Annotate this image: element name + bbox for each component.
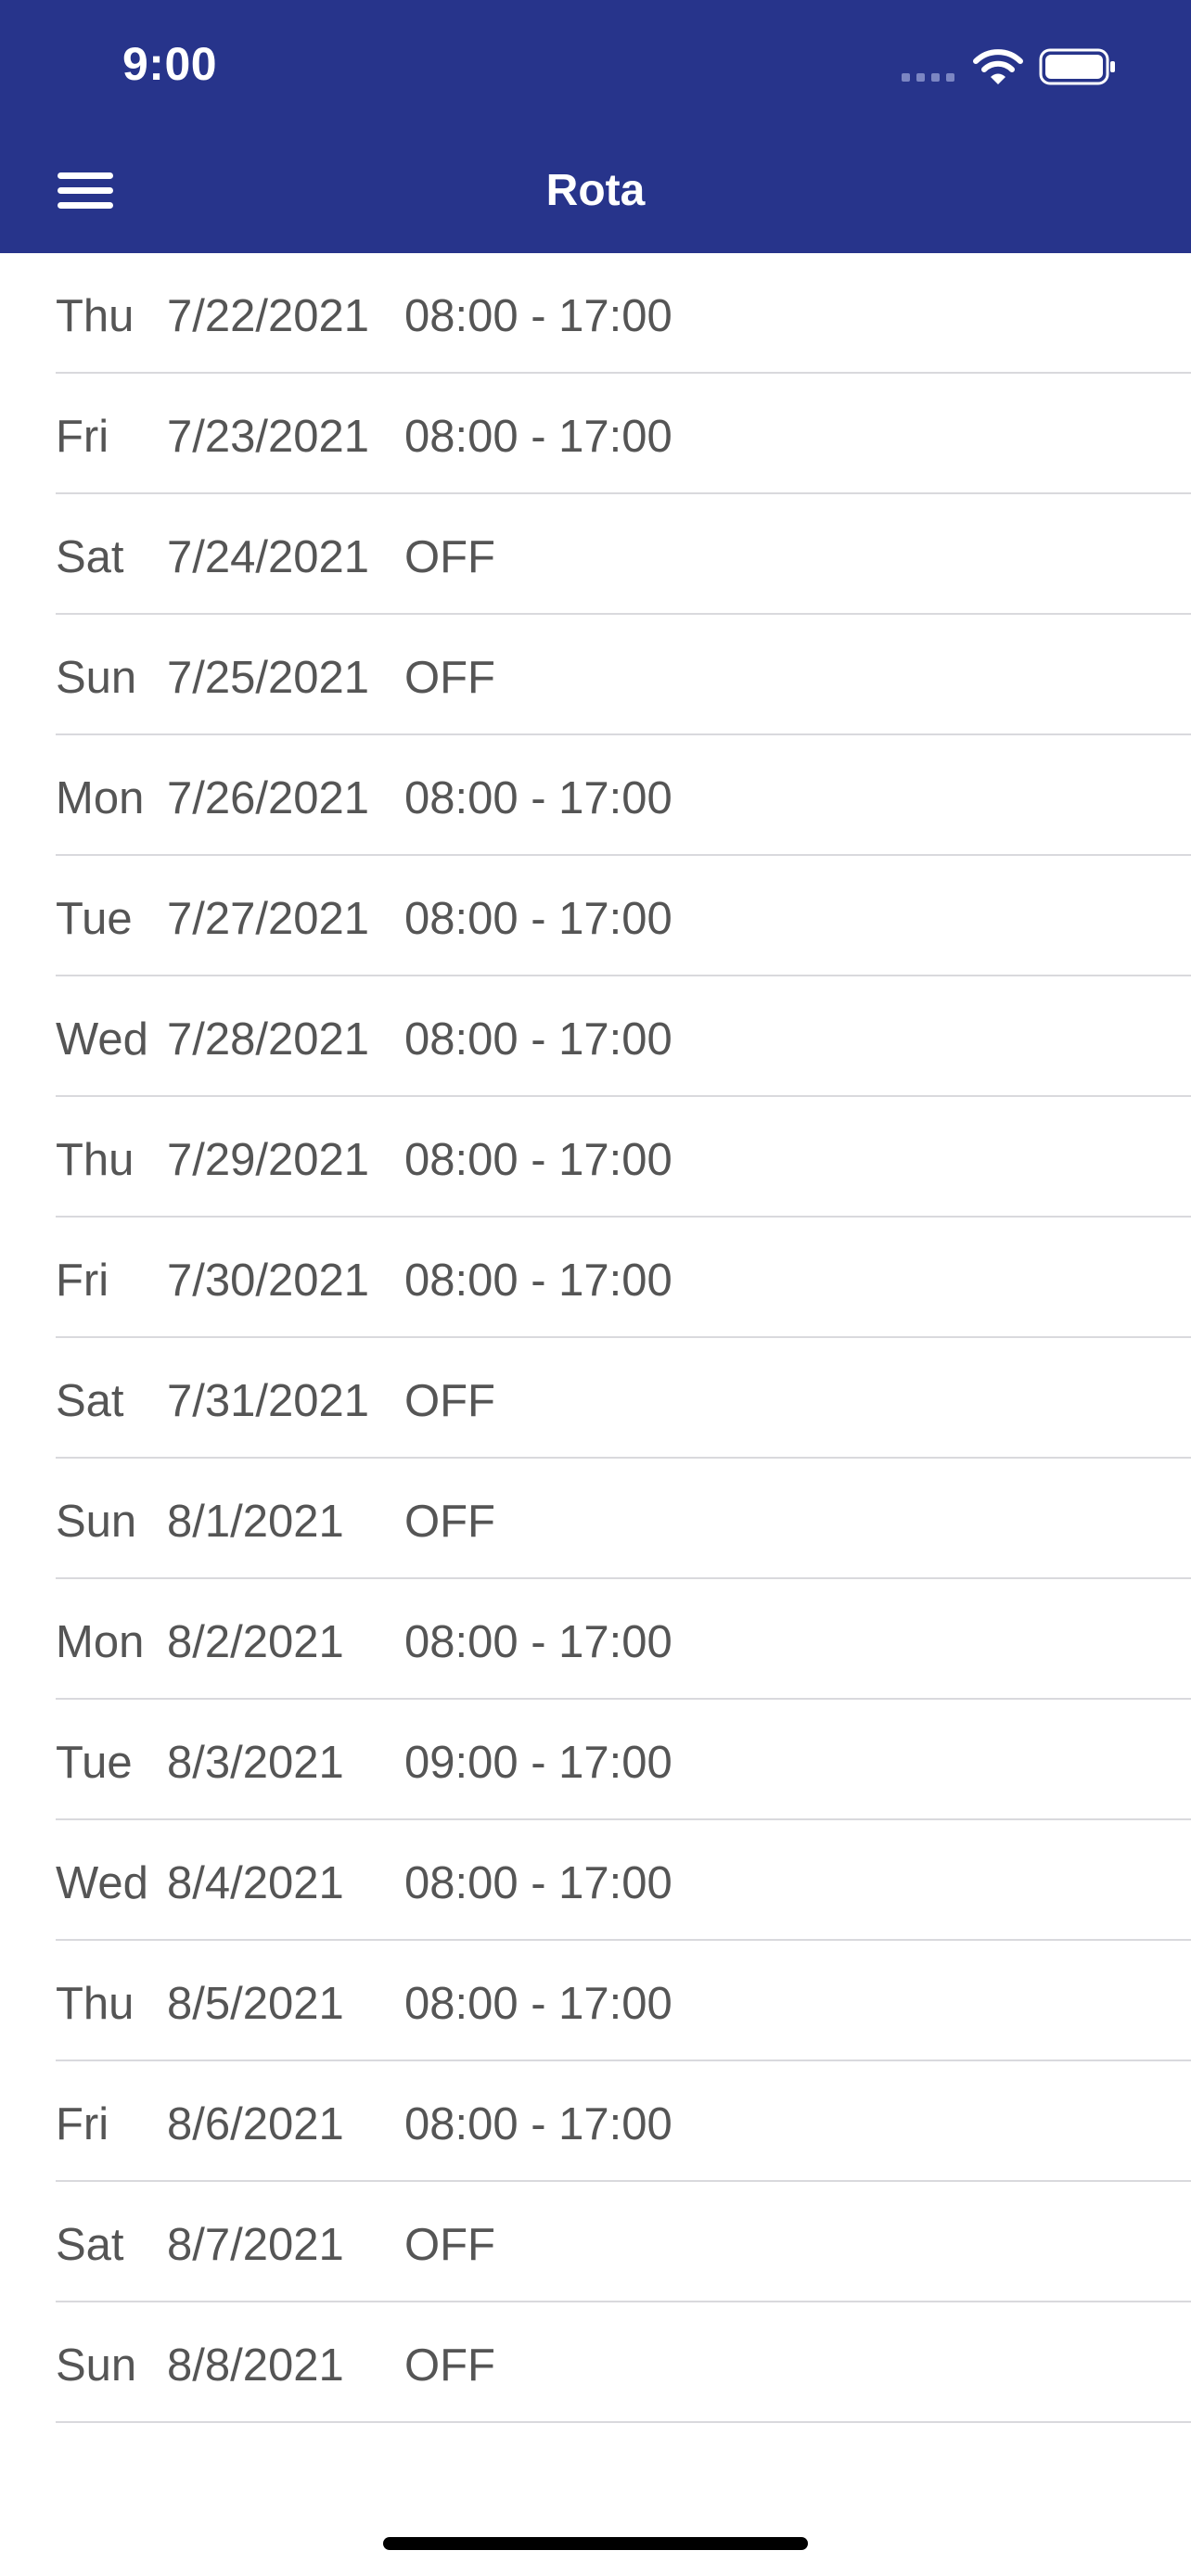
rota-date: 8/2/2021 — [167, 1617, 344, 1667]
rota-shift: 08:00 - 17:00 — [404, 291, 672, 341]
rota-day: Fri — [56, 1256, 109, 1306]
rota-date: 8/8/2021 — [167, 2340, 344, 2391]
rota-shift: OFF — [404, 532, 495, 582]
rota-date: 8/3/2021 — [167, 1738, 344, 1788]
rota-day: Sat — [56, 532, 124, 582]
rota-date: 7/22/2021 — [167, 291, 369, 341]
wifi-icon — [973, 49, 1023, 84]
rota-day: Tue — [56, 894, 133, 944]
rota-row[interactable]: Sun 8/8/2021 OFF — [0, 2302, 1191, 2423]
rota-date: 8/7/2021 — [167, 2220, 344, 2270]
rota-date: 7/26/2021 — [167, 773, 369, 823]
rota-day: Sat — [56, 1376, 124, 1426]
rota-shift: 09:00 - 17:00 — [404, 1738, 672, 1788]
rota-date: 8/6/2021 — [167, 2099, 344, 2149]
rota-row[interactable]: Thu 7/29/2021 08:00 - 17:00 — [0, 1097, 1191, 1218]
rota-shift: OFF — [404, 653, 495, 703]
rota-date: 7/29/2021 — [167, 1135, 369, 1185]
rota-row[interactable]: Sat 7/31/2021 OFF — [0, 1338, 1191, 1459]
rota-day: Wed — [56, 1858, 148, 1908]
rota-day: Mon — [56, 773, 145, 823]
rota-day: Fri — [56, 2099, 109, 2149]
rota-shift: 08:00 - 17:00 — [404, 1617, 672, 1667]
rota-shift: 08:00 - 17:00 — [404, 1256, 672, 1306]
rota-row[interactable]: Mon 7/26/2021 08:00 - 17:00 — [0, 735, 1191, 856]
rota-row[interactable]: Sun 7/25/2021 OFF — [0, 615, 1191, 735]
rota-day: Sun — [56, 653, 137, 703]
rota-shift: 08:00 - 17:00 — [404, 894, 672, 944]
rota-date: 7/30/2021 — [167, 1256, 369, 1306]
rota-date: 7/23/2021 — [167, 412, 369, 462]
rota-shift: 08:00 - 17:00 — [404, 2099, 672, 2149]
rota-row[interactable]: Wed 7/28/2021 08:00 - 17:00 — [0, 976, 1191, 1097]
rota-day: Mon — [56, 1617, 145, 1667]
rota-shift: 08:00 - 17:00 — [404, 773, 672, 823]
rota-day: Sat — [56, 2220, 124, 2270]
rota-day: Tue — [56, 1738, 133, 1788]
rota-date: 8/5/2021 — [167, 1979, 344, 2029]
rota-list[interactable]: Thu 7/22/2021 08:00 - 17:00 Fri 7/23/2021 08… — [0, 253, 1191, 2423]
rota-row[interactable]: Thu 7/22/2021 08:00 - 17:00 — [0, 253, 1191, 374]
rota-date: 8/1/2021 — [167, 1497, 344, 1547]
rota-shift: OFF — [404, 2340, 495, 2391]
rota-day: Sun — [56, 1497, 137, 1547]
rota-shift: 08:00 - 17:00 — [404, 1014, 672, 1065]
rota-shift: 08:00 - 17:00 — [404, 1135, 672, 1185]
rota-shift: 08:00 - 17:00 — [404, 1858, 672, 1908]
rota-row[interactable]: Fri 8/6/2021 08:00 - 17:00 — [0, 2061, 1191, 2182]
rota-shift: 08:00 - 17:00 — [404, 1979, 672, 2029]
rota-day: Fri — [56, 412, 109, 462]
rota-date: 8/4/2021 — [167, 1858, 344, 1908]
status-bar-time: 9:00 — [122, 38, 218, 90]
rota-shift: OFF — [404, 1376, 495, 1426]
rota-day: Thu — [56, 1135, 134, 1185]
rota-row[interactable]: Fri 7/23/2021 08:00 - 17:00 — [0, 374, 1191, 494]
cellular-signal-icon — [902, 73, 954, 82]
rota-shift: OFF — [404, 1497, 495, 1547]
rota-row[interactable]: Fri 7/30/2021 08:00 - 17:00 — [0, 1218, 1191, 1338]
rota-date: 7/31/2021 — [167, 1376, 369, 1426]
rota-row[interactable]: Sat 8/7/2021 OFF — [0, 2182, 1191, 2302]
rota-row[interactable]: Sun 8/1/2021 OFF — [0, 1459, 1191, 1579]
rota-date: 7/27/2021 — [167, 894, 369, 944]
page-title: Rota — [545, 166, 646, 215]
rota-row[interactable]: Thu 8/5/2021 08:00 - 17:00 — [0, 1941, 1191, 2061]
rota-date: 7/25/2021 — [167, 653, 369, 703]
rota-day: Thu — [56, 291, 134, 341]
rota-date: 7/24/2021 — [167, 532, 369, 582]
rota-day: Wed — [56, 1014, 148, 1065]
rota-row[interactable]: Mon 8/2/2021 08:00 - 17:00 — [0, 1579, 1191, 1700]
rota-row[interactable]: Tue 7/27/2021 08:00 - 17:00 — [0, 856, 1191, 976]
rota-day: Sun — [56, 2340, 137, 2391]
rota-row[interactable]: Wed 8/4/2021 08:00 - 17:00 — [0, 1820, 1191, 1941]
rota-shift: 08:00 - 17:00 — [404, 412, 672, 462]
rota-day: Thu — [56, 1979, 134, 2029]
rota-shift: OFF — [404, 2220, 495, 2270]
home-indicator[interactable] — [383, 2537, 808, 2550]
rota-row[interactable]: Tue 8/3/2021 09:00 - 17:00 — [0, 1700, 1191, 1820]
navigation-header: 9:00 Rota — [0, 0, 1191, 253]
rota-date: 7/28/2021 — [167, 1014, 369, 1065]
rota-row[interactable]: Sat 7/24/2021 OFF — [0, 494, 1191, 615]
battery-icon — [1039, 48, 1115, 85]
